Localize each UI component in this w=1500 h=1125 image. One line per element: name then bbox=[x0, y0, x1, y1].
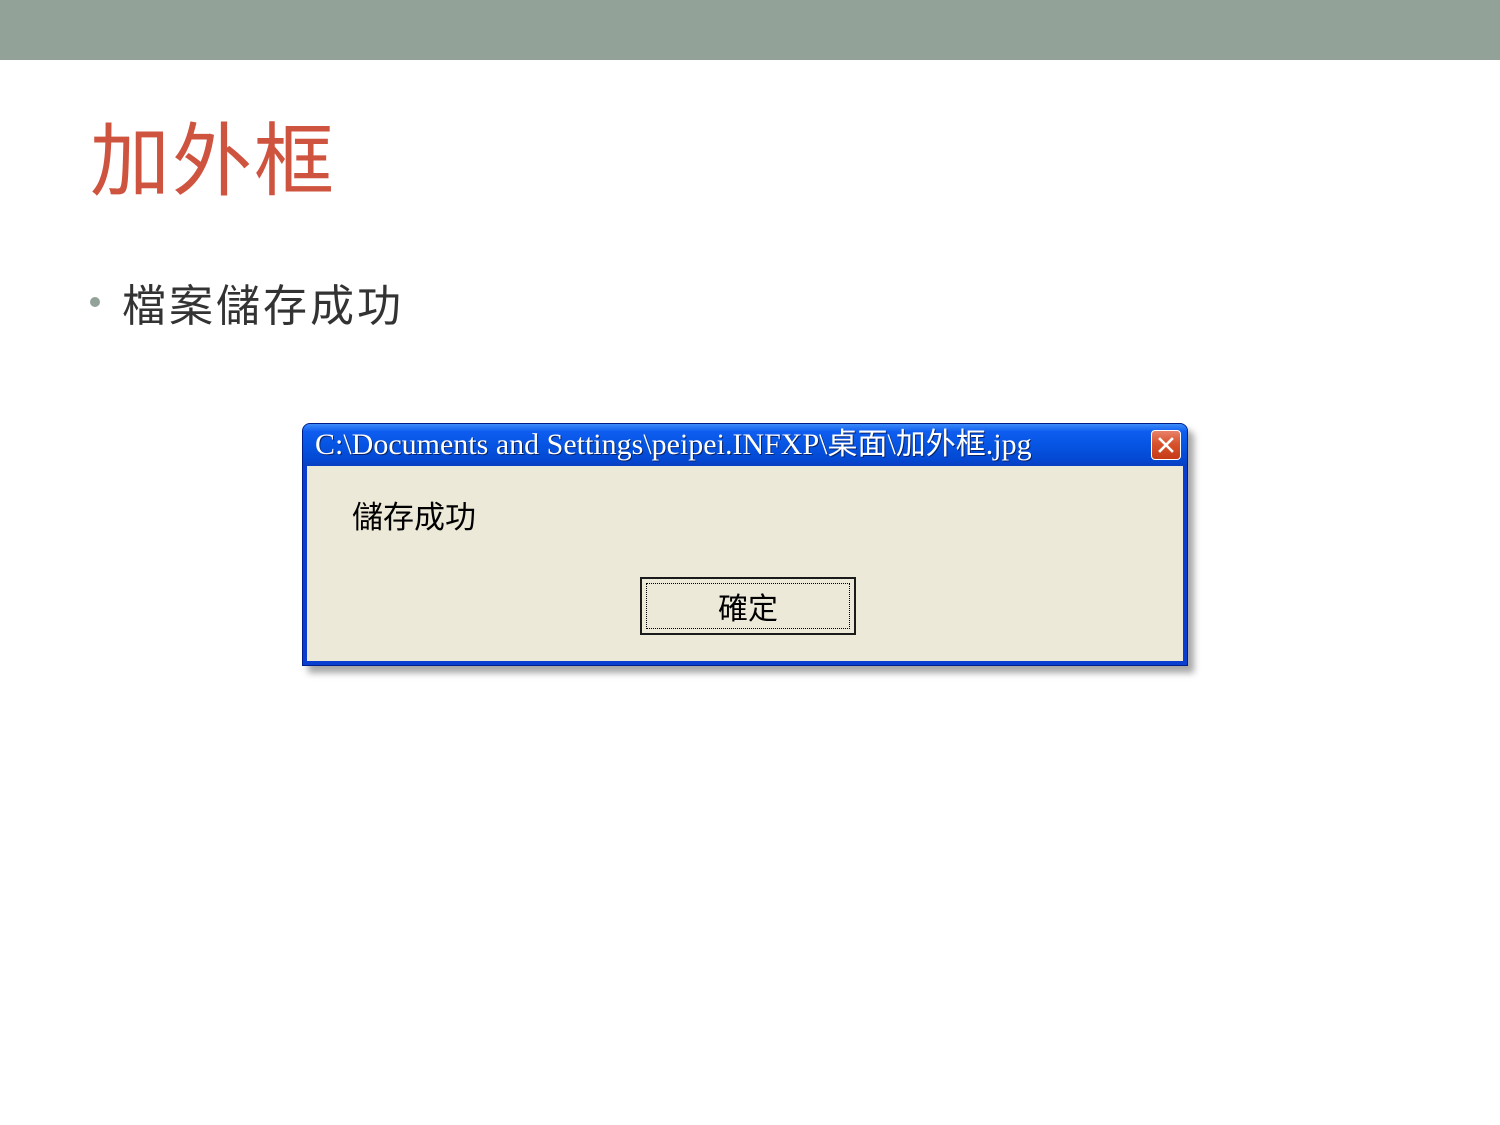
ok-button[interactable]: 確定 bbox=[640, 577, 856, 635]
bullet-dot-icon bbox=[90, 297, 100, 307]
message-dialog: C:\Documents and Settings\peipei.INFXP\桌… bbox=[302, 423, 1188, 666]
bullet-item: 檔案儲存成功 bbox=[90, 272, 404, 332]
ok-button-label: 確定 bbox=[718, 592, 778, 627]
close-icon bbox=[1158, 437, 1174, 453]
bullet-text: 檔案儲存成功 bbox=[122, 281, 404, 332]
slide-title: 加外框 bbox=[90, 115, 336, 208]
close-button[interactable] bbox=[1151, 430, 1181, 460]
slide-top-band bbox=[0, 0, 1500, 60]
ok-button-focus-ring: 確定 bbox=[646, 583, 850, 629]
dialog-body: 儲存成功 確定 bbox=[307, 466, 1183, 661]
dialog-title: C:\Documents and Settings\peipei.INFXP\桌… bbox=[315, 428, 1032, 461]
dialog-titlebar[interactable]: C:\Documents and Settings\peipei.INFXP\桌… bbox=[303, 424, 1187, 466]
dialog-message: 儲存成功 bbox=[352, 500, 476, 536]
